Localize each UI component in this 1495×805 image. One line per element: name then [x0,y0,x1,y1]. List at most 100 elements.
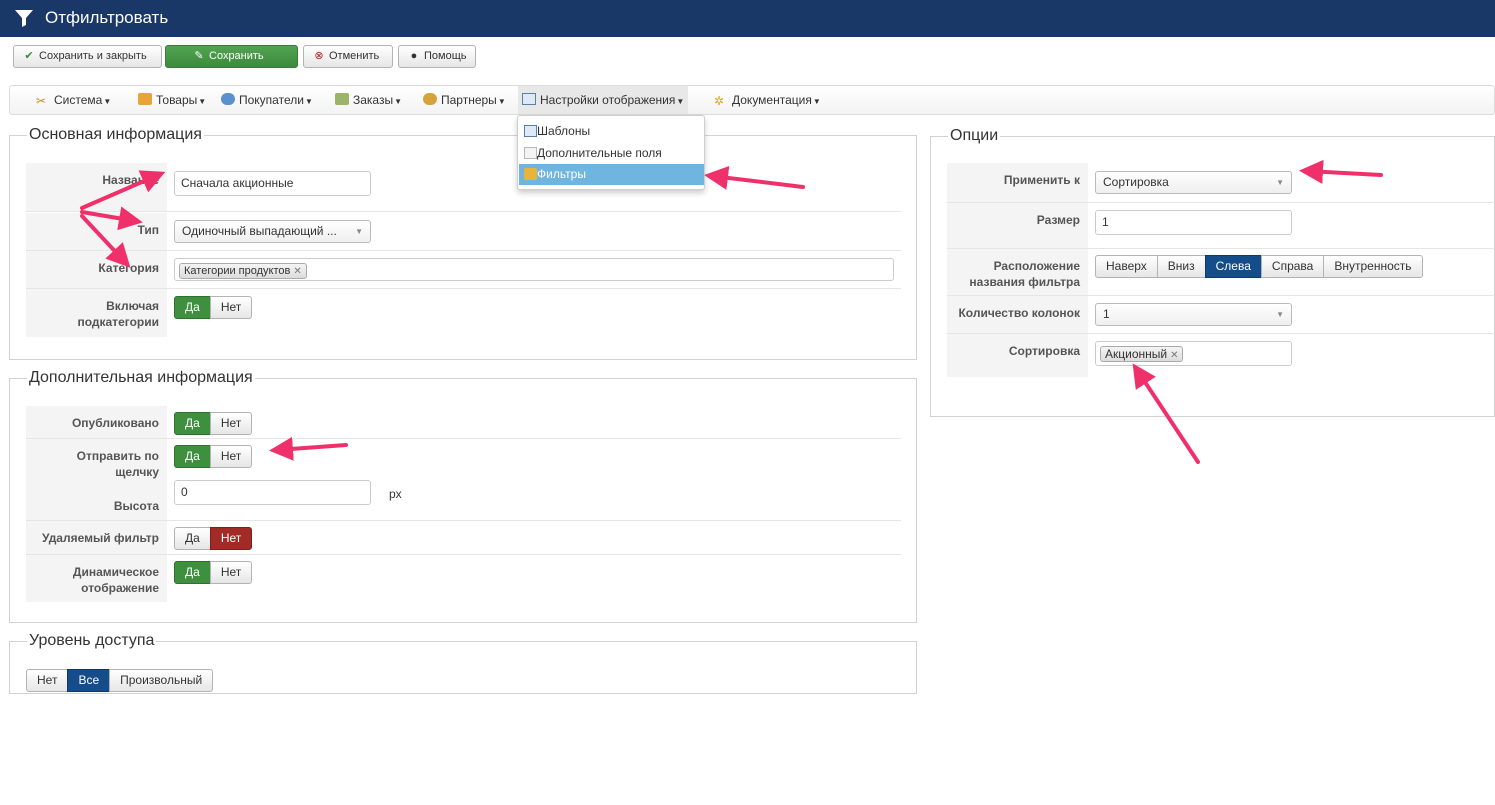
subcat-no[interactable]: Нет [209,296,253,319]
app-header: Отфильтровать [0,0,1495,37]
submit-click-no[interactable]: Нет [209,445,253,468]
name-row: Название Сначала акционные [26,163,901,212]
height-label: Высота [113,499,159,513]
display-settings-icon [522,93,536,105]
position-left[interactable]: Слева [1204,255,1262,278]
position-top[interactable]: Наверх [1095,255,1158,278]
menu-item-system[interactable]: ✂ Система▼ [32,86,115,114]
display-settings-dropdown: Шаблоны Дополнительные поля Фильтры [517,115,705,190]
apply-select[interactable]: Сортировка ▼ [1095,171,1292,194]
chevron-down-icon: ▼ [1276,178,1284,187]
dropdown-item-templates[interactable]: Шаблоны [519,121,704,142]
removable-toggle: Да Нет [174,527,253,550]
removable-row: Удаляемый фильтр Да Нет [26,521,901,555]
sort-label: Сортировка [947,334,1088,377]
published-no[interactable]: Нет [209,412,253,435]
size-label: Размер [947,203,1088,248]
type-select[interactable]: Одиночный выпадающий ... ▼ [174,220,371,243]
filters-icon [524,168,537,180]
submit-click-yes[interactable]: Да [174,445,211,468]
dynamic-row: Динамическое отображение Да Нет [26,555,901,602]
chevron-down-icon: ▼ [355,227,363,236]
submit-click-label: Отправить по щелчку [76,449,159,479]
access-none[interactable]: Нет [26,669,69,692]
removable-label: Удаляемый фильтр [26,521,167,554]
size-input[interactable]: 1 [1095,210,1292,235]
funnel-icon [15,10,33,27]
columns-row: Количество колонок 1 ▼ [947,296,1495,334]
type-row: Тип Одиночный выпадающий ... ▼ [26,213,901,251]
name-input[interactable]: Сначала акционные [174,171,371,196]
partners-icon [423,93,437,105]
subcat-row: Включая подкатегории Да Нет [26,289,901,337]
menu-item-partners[interactable]: Партнеры▼ [419,86,510,114]
subcat-label: Включая подкатегории [26,289,167,337]
position-bottom[interactable]: Вниз [1156,255,1206,278]
subcat-toggle: Да Нет [174,296,253,319]
toolbar: ✔ Сохранить и закрыть ✎ Сохранить ⊗ Отменит… [0,37,1495,77]
check-icon: ✔ [24,50,34,62]
published-yes[interactable]: Да [174,412,211,435]
remove-icon[interactable]: ✕ [1170,350,1178,361]
menu-item-customers[interactable]: Покупатели▼ [217,86,317,114]
position-right[interactable]: Справа [1260,255,1325,278]
height-input[interactable]: 0 [174,480,371,505]
dropdown-item-filters[interactable]: Фильтры [519,164,704,185]
remove-icon[interactable]: ✕ [293,266,301,277]
published-label: Опубликовано [26,406,167,438]
extra-fields-icon [524,147,537,159]
help-button[interactable]: ● Помощь [398,45,476,68]
category-label: Категория [26,251,167,288]
removable-yes[interactable]: Да [174,527,211,550]
access-fieldset: Уровень доступа Нет Все Произвольный [9,632,917,694]
access-custom[interactable]: Произвольный [109,669,214,692]
access-toggle: Нет Все Произвольный [26,669,214,692]
save-button[interactable]: ✎ Сохранить [165,45,298,68]
menu-item-orders[interactable]: Заказы▼ [331,86,406,114]
columns-select[interactable]: 1 ▼ [1095,303,1292,326]
chevron-down-icon: ▼ [1276,310,1284,319]
dynamic-label: Динамическое отображение [26,555,167,602]
cancel-button[interactable]: ⊗ Отменить [303,45,393,68]
options-fieldset: Опции Применить к Сортировка ▼ Размер 1 Р… [930,127,1495,417]
basic-info-legend: Основная информация [29,126,202,143]
subcat-yes[interactable]: Да [174,296,211,319]
menu-item-products[interactable]: Товары▼ [134,86,210,114]
access-legend: Уровень доступа [29,632,155,649]
columns-label: Количество колонок [947,296,1088,333]
height-unit: px [389,487,402,501]
main-menu: ✂ Система▼ Товары▼ Покупатели▼ Заказы▼ Па… [9,85,1495,115]
access-all[interactable]: Все [67,669,111,692]
menu-item-docs[interactable]: ✲ Документация▼ [710,86,825,114]
dropdown-item-extra-fields[interactable]: Дополнительные поля [519,143,704,164]
users-icon [221,93,235,105]
docs-icon: ✲ [714,94,725,108]
apply-row: Применить к Сортировка ▼ [947,163,1495,203]
published-row: Опубликовано Да Нет [26,406,901,439]
dynamic-yes[interactable]: Да [174,561,211,584]
submit-height-rows: Отправить по щелчку Высота Да Нет 0 px [26,439,901,521]
options-legend: Опции [950,127,999,144]
cancel-icon: ⊗ [314,50,324,62]
help-icon: ● [410,50,418,62]
position-inside[interactable]: Внутренность [1323,255,1423,278]
apply-label: Применить к [947,163,1088,202]
name-label: Название [26,163,167,211]
menu-item-display-settings[interactable]: Настройки отображения▼ [518,86,689,114]
orders-icon [335,93,349,105]
category-chip: Категории продуктов ✕ [179,263,307,279]
page-title: Отфильтровать [45,8,169,27]
extra-info-fieldset: Дополнительная информация Опубликовано Д… [9,369,917,623]
dynamic-no[interactable]: Нет [209,561,253,584]
sort-input[interactable]: Акционный ✕ [1095,341,1292,366]
templates-icon [524,125,537,137]
category-input[interactable]: Категории продуктов ✕ [174,258,894,281]
removable-no[interactable]: Нет [209,527,253,550]
extra-info-legend: Дополнительная информация [29,369,253,386]
published-toggle: Да Нет [174,412,253,435]
save-close-button[interactable]: ✔ Сохранить и закрыть [13,45,162,68]
submit-click-toggle: Да Нет [174,445,253,468]
tools-icon: ✂ [36,94,47,108]
category-row: Категория Категории продуктов ✕ [26,251,901,289]
size-row: Размер 1 [947,203,1495,249]
